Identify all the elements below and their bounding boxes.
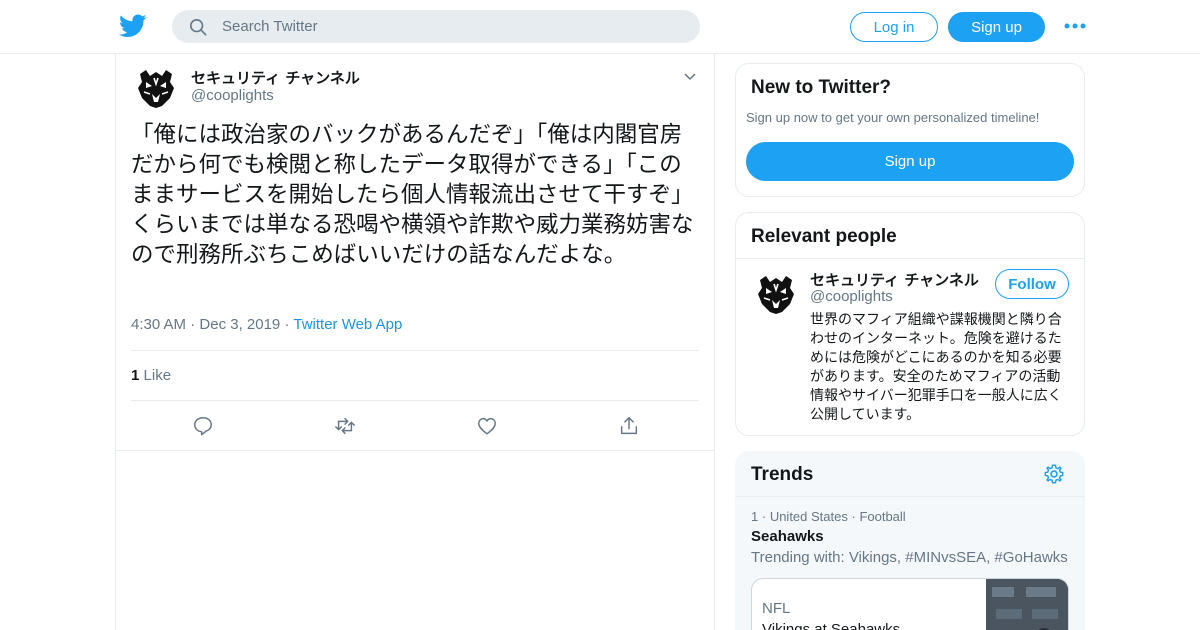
tweet-date[interactable]: Dec 3, 2019 — [199, 316, 280, 333]
tweet-time[interactable]: 4:30 AM — [131, 316, 186, 333]
avatar[interactable] — [132, 64, 180, 112]
retweet-icon[interactable] — [334, 415, 356, 437]
tiger-logo-icon — [132, 64, 180, 112]
search-input[interactable] — [222, 10, 682, 43]
trend-rank: 1 — [751, 509, 759, 524]
gear-icon[interactable] — [1043, 463, 1065, 485]
like-icon[interactable] — [476, 415, 498, 437]
author-name[interactable]: セキュリティ チャンネル — [191, 67, 360, 88]
meta-separator: · — [190, 316, 200, 333]
avatar[interactable] — [752, 270, 800, 318]
follow-button[interactable]: Follow — [995, 269, 1069, 299]
search-icon — [189, 18, 207, 36]
divider — [131, 350, 699, 351]
tweet-column: セキュリティ チャンネル @cooplights 「俺には政治家のバックがあるん… — [115, 54, 715, 630]
tweet-source[interactable]: Twitter Web App — [293, 316, 402, 333]
search-bar — [172, 10, 700, 43]
person-bio: 世界のマフィア組織や諜報機関と隣り合わせのインターネット。危険を避けるためには危… — [810, 312, 1062, 423]
signup-card-button[interactable]: Sign up — [746, 142, 1074, 181]
trend-meta: 1 · United States · Football — [751, 509, 906, 524]
like-count-number: 1 — [131, 367, 140, 384]
relevant-people-card: Relevant people セキュリティ チャンネル @cooplights… — [735, 212, 1085, 436]
news-photo-icon — [986, 579, 1068, 630]
trend-name[interactable]: Seahawks — [751, 528, 824, 545]
login-button[interactable]: Log in — [850, 12, 938, 42]
card-title: Relevant people — [751, 226, 897, 247]
share-icon[interactable] — [618, 415, 640, 437]
top-navigation-bar: Log in Sign up — [0, 0, 1200, 54]
person-name[interactable]: セキュリティ チャンネル — [810, 269, 979, 290]
person-handle[interactable]: @cooplights — [810, 288, 893, 305]
trend-location: United States — [769, 509, 848, 524]
tiger-logo-icon — [752, 270, 800, 318]
signup-button[interactable]: Sign up — [948, 12, 1045, 42]
meta-separator: · — [761, 509, 770, 524]
author-handle[interactable]: @cooplights — [191, 87, 274, 104]
tweet: セキュリティ チャンネル @cooplights 「俺には政治家のバックがあるん… — [116, 54, 714, 451]
reply-icon[interactable] — [192, 415, 214, 437]
divider — [131, 400, 699, 401]
trend-category: Football — [859, 509, 906, 524]
new-to-twitter-card: New to Twitter? Sign up now to get your … — [735, 63, 1085, 197]
tweet-meta: 4:30 AM · Dec 3, 2019 · Twitter Web App — [131, 316, 402, 333]
divider — [735, 496, 1085, 497]
news-title: Vikings at Seahawks — [762, 621, 901, 630]
divider — [736, 258, 1084, 259]
chevron-down-icon[interactable] — [682, 68, 698, 84]
like-count-label: Like — [143, 367, 172, 384]
card-subtitle: Sign up now to get your own personalized… — [746, 110, 1040, 125]
trends-card: Trends 1 · United States · Football Seah… — [735, 451, 1085, 630]
like-count[interactable]: 1 Like — [131, 367, 171, 384]
more-dots-icon[interactable] — [1064, 20, 1086, 32]
tweet-text: 「俺には政治家のバックがあるんだぞ」「俺は内閣官房だから何でも検閲と称したデータ… — [131, 122, 694, 268]
card-title: Trends — [751, 464, 814, 485]
news-category: NFL — [762, 600, 791, 617]
trend-news-card[interactable]: NFL Vikings at Seahawks — [751, 578, 1069, 630]
news-thumbnail — [986, 579, 1068, 630]
trend-trending-with: Trending with: Vikings, #MINvsSEA, #GoHa… — [751, 549, 1068, 566]
card-title: New to Twitter? — [751, 77, 892, 98]
twitter-bird-icon[interactable] — [119, 14, 147, 38]
